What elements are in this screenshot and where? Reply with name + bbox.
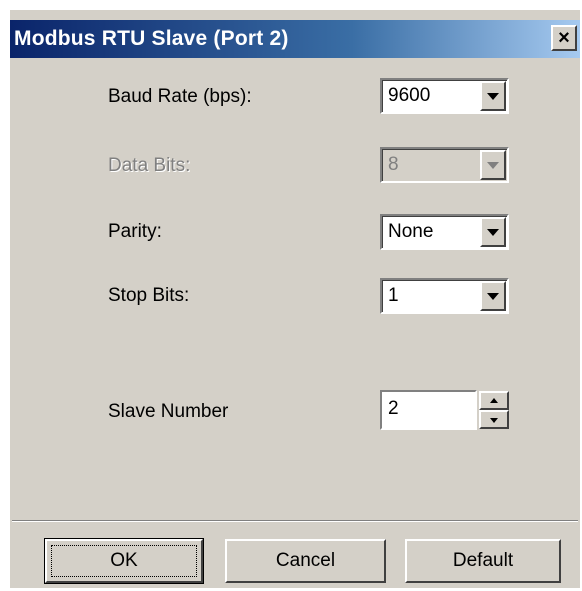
baud-rate-select[interactable]: 9600 xyxy=(380,78,509,114)
ok-button-label: OK xyxy=(110,550,138,571)
baud-rate-label: Baud Rate (bps): xyxy=(108,86,252,107)
modbus-dialog: Modbus RTU Slave (Port 2) × Baud Rate (b… xyxy=(10,10,580,588)
close-icon: × xyxy=(558,27,570,49)
spin-up-button[interactable] xyxy=(479,391,509,410)
stop-bits-dropdown-button[interactable] xyxy=(480,281,506,311)
stop-bits-label: Stop Bits: xyxy=(108,285,190,306)
slave-number-spinner[interactable] xyxy=(479,391,509,429)
data-bits-dropdown-button xyxy=(480,150,506,180)
divider xyxy=(12,520,578,522)
title-bar[interactable]: Modbus RTU Slave (Port 2) × xyxy=(10,20,580,58)
chevron-down-icon xyxy=(487,293,499,300)
chevron-down-icon xyxy=(490,417,498,423)
baud-rate-dropdown-button[interactable] xyxy=(480,81,506,111)
slave-number-input[interactable]: 2 xyxy=(380,390,477,430)
baud-rate-value: 9600 xyxy=(388,85,431,106)
chevron-down-icon xyxy=(487,229,499,236)
chevron-down-icon xyxy=(487,162,499,169)
window-title: Modbus RTU Slave (Port 2) xyxy=(14,27,289,50)
data-bits-select: 8 xyxy=(380,147,509,183)
close-button[interactable]: × xyxy=(551,25,577,51)
parity-label: Parity: xyxy=(108,221,162,242)
parity-select[interactable]: None xyxy=(380,214,509,250)
default-button[interactable]: Default xyxy=(405,539,561,583)
parity-value: None xyxy=(388,221,434,242)
slave-number-value: 2 xyxy=(388,398,399,419)
cancel-button[interactable]: Cancel xyxy=(225,539,386,583)
chevron-down-icon xyxy=(487,93,499,100)
parity-dropdown-button[interactable] xyxy=(480,217,506,247)
spin-down-button[interactable] xyxy=(479,410,509,429)
stop-bits-value: 1 xyxy=(388,285,399,306)
default-button-label: Default xyxy=(452,550,514,571)
data-bits-value: 8 xyxy=(388,154,399,175)
slave-number-label: Slave Number xyxy=(108,401,229,422)
stop-bits-select[interactable]: 1 xyxy=(380,278,509,314)
chevron-up-icon xyxy=(490,397,498,403)
data-bits-label: Data Bits: xyxy=(108,155,191,176)
cancel-button-label: Cancel xyxy=(275,550,336,571)
ok-button[interactable]: OK xyxy=(44,538,204,584)
